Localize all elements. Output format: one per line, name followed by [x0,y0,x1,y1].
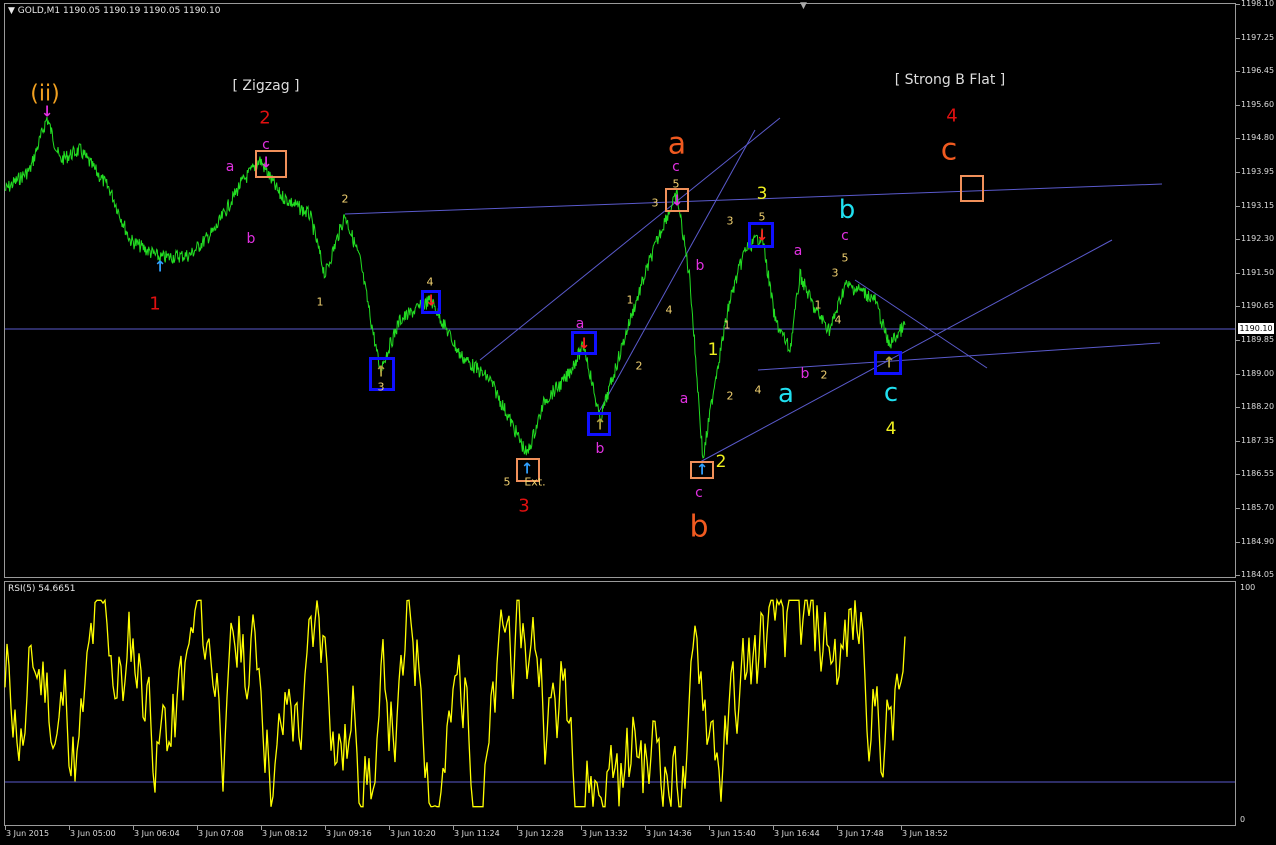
wave-label: 4 [885,419,897,439]
subwave-label: 4 [426,275,434,289]
subwave-label: 1 [814,298,822,312]
wave-label: (ii) [30,81,60,107]
wave-label: a [778,379,794,409]
wave-label: a [667,126,687,162]
subwave-label: 3 [377,380,385,394]
subwave-label: 3 [726,214,734,228]
bracket-label-zigzag: [ Zigzag ] [232,78,300,94]
subwave-label: 4 [754,383,762,397]
up-arrow-icon: ↑ [593,415,607,434]
wave-label: 3 [518,495,530,517]
subwave-label: 2 [820,368,828,382]
up-arrow-icon: ↑ [153,257,167,276]
wave-label: a [679,391,689,407]
subwave-label: 3 [651,196,659,210]
wave-label: b [800,366,810,382]
wave-label: c [262,137,270,153]
wave-label: 1 [149,293,161,315]
wave-label: b [695,258,705,274]
wave-label: b [595,441,605,457]
wave-label: 3 [756,184,768,204]
up-arrow-icon: ↑ [374,362,388,381]
price-series-line [4,116,906,459]
wave-label: a [793,243,803,259]
wave-label: a [575,316,585,332]
wave-label: c [883,378,899,408]
subwave-label: 4 [665,303,673,317]
up-arrow-icon: ↑ [695,460,709,479]
wave-label: c [940,132,958,168]
down-arrow-icon: ↓ [755,226,769,245]
subwave-label: 4 [834,313,842,327]
wave-label: 4 [946,105,958,127]
down-arrow-icon: ↓ [259,153,273,172]
subwave-label: Ext. [524,475,546,489]
wave-label: 2 [259,107,271,129]
down-arrow-icon: ↓ [670,191,684,210]
wave-label: 1 [707,340,719,360]
subwave-label: 2 [341,192,349,206]
wave-label: a [225,159,235,175]
rsi-series-line [4,597,906,808]
subwave-label: 5 [841,251,849,265]
subwave-label: 1 [316,295,324,309]
marker-box-orange [960,175,984,202]
subwave-label: 5 [758,210,766,224]
wave-label: c [841,228,849,244]
wave-label: c [672,159,680,175]
wave-label: b [246,231,256,247]
wave-label: b [689,509,709,545]
up-arrow-icon: ↑ [520,459,534,478]
bracket-label-flat: [ Strong B Flat ] [894,72,1006,88]
down-arrow-icon: ↓ [40,102,54,121]
trendline-5 [757,342,1161,371]
subwave-label: 5 [672,177,680,191]
subwave-label: 2 [635,359,643,373]
trendline-4 [699,239,1113,463]
subwave-label: 2 [726,389,734,403]
wave-label: 2 [715,452,727,472]
up-arrow-icon: ↑ [882,353,896,372]
wave-label: b [838,195,856,225]
subwave-label: 5 [503,475,511,489]
subwave-label: 1 [626,293,634,307]
trendline-1 [344,183,1163,215]
subwave-label: 3 [831,266,839,280]
wave-label: c [695,485,703,501]
down-arrow-icon: ↓ [577,334,591,353]
subwave-label: 1 [723,318,731,332]
chart-drawing [4,116,1235,808]
down-arrow-icon: ↓ [424,291,438,310]
